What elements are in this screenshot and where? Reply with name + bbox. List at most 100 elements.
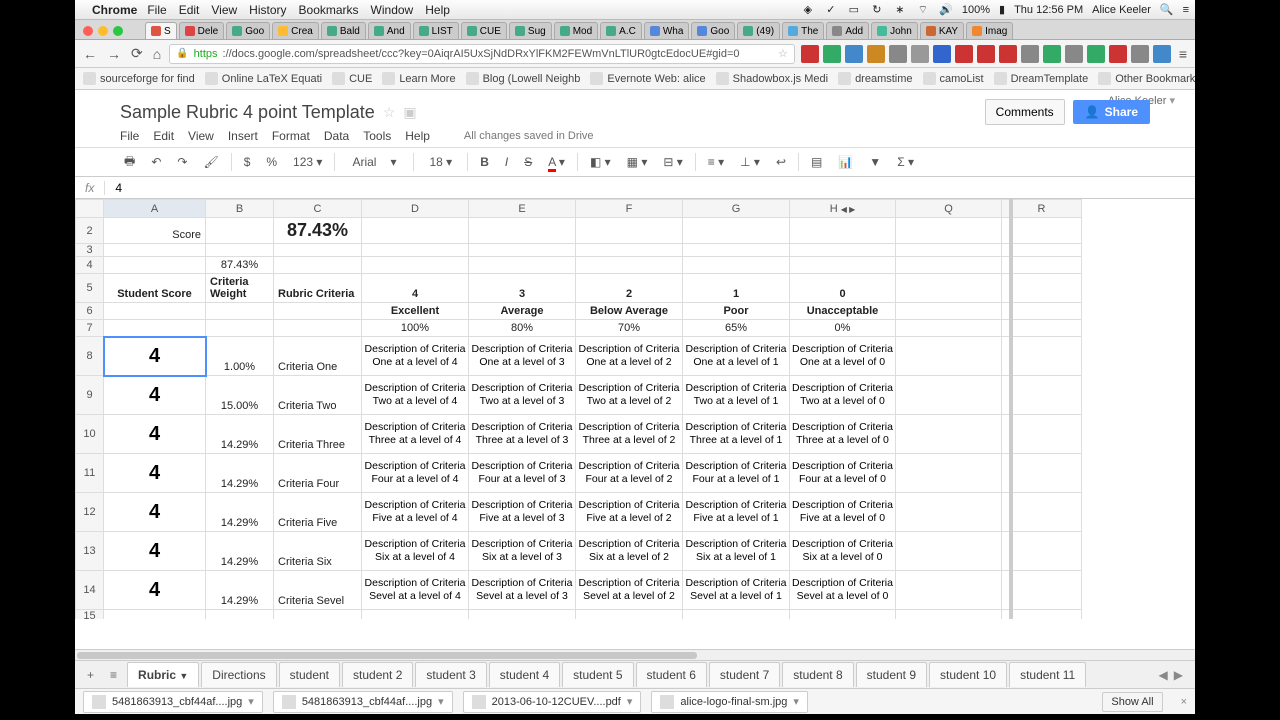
fill-color-button[interactable]: ◧ ▾ <box>586 153 615 171</box>
sheet-tab[interactable]: student 7 <box>709 662 780 687</box>
font-size-select[interactable]: 18 ▾ <box>422 152 459 172</box>
student-score-cell[interactable]: 4 <box>104 571 206 610</box>
extension-icon[interactable] <box>867 45 885 63</box>
menu-format[interactable]: Format <box>272 129 310 143</box>
col-header-F[interactable]: F <box>576 200 683 218</box>
timemachine-icon[interactable]: ↻ <box>870 3 884 16</box>
extension-icon[interactable] <box>1065 45 1083 63</box>
extension-icon[interactable] <box>845 45 863 63</box>
close-downloads-icon[interactable]: × <box>1181 696 1187 708</box>
extension-icon[interactable] <box>889 45 907 63</box>
menu-file[interactable]: File <box>120 129 139 143</box>
mac-menu-view[interactable]: View <box>211 3 237 17</box>
sync-icon[interactable]: ✓ <box>824 3 838 16</box>
bluetooth-icon[interactable]: ∗ <box>893 3 907 16</box>
bookmark-item[interactable]: Online LaTeX Equati <box>205 72 322 85</box>
paintformat-icon[interactable]: 🖌 <box>199 153 222 171</box>
extension-icon[interactable] <box>999 45 1017 63</box>
font-select[interactable]: Arial▾ <box>343 152 405 172</box>
bookmark-item[interactable]: Other Bookmarks <box>1098 72 1195 85</box>
mac-menu-bookmarks[interactable]: Bookmarks <box>299 3 359 17</box>
all-sheets-button[interactable]: ≡ <box>104 665 123 685</box>
browser-tab[interactable]: Crea <box>272 22 319 39</box>
filter-button[interactable]: ▼ <box>865 153 885 171</box>
comments-button[interactable]: Comments <box>985 99 1065 125</box>
extension-icon[interactable] <box>955 45 973 63</box>
student-score-cell[interactable]: 4 <box>104 376 206 415</box>
back-button[interactable]: ← <box>81 46 99 62</box>
mac-menu-edit[interactable]: Edit <box>179 3 200 17</box>
redo-icon[interactable]: ↷ <box>173 153 191 171</box>
menu-tools[interactable]: Tools <box>363 129 391 143</box>
percent-button[interactable]: % <box>262 153 281 171</box>
sheet-tab[interactable]: student <box>279 662 340 687</box>
sheet-tab[interactable]: student 6 <box>636 662 707 687</box>
bookmark-item[interactable]: Learn More <box>382 72 455 85</box>
extension-icon[interactable] <box>1021 45 1039 63</box>
fx-value[interactable]: 4 <box>105 181 132 195</box>
col-header-H[interactable]: H ◀ ▶ <box>790 200 896 218</box>
download-item[interactable]: 2013-06-10-12CUEV....pdf▾ <box>463 691 642 713</box>
valign-button[interactable]: ⊥ ▾ <box>736 153 764 171</box>
wifi-icon[interactable]: ⌔ <box>916 3 930 17</box>
bookmark-item[interactable]: Shadowbox.js Medi <box>716 72 828 85</box>
horizontal-scrollbar[interactable] <box>75 649 1195 660</box>
doc-title[interactable]: Sample Rubric 4 point Template <box>120 102 375 123</box>
doc-folder-icon[interactable]: ▣ <box>403 104 416 121</box>
extension-icon[interactable] <box>1109 45 1127 63</box>
clock[interactable]: Thu 12:56 PM <box>1014 4 1083 16</box>
print-icon[interactable]: 🖶 <box>120 150 139 175</box>
extension-icon[interactable] <box>1131 45 1149 63</box>
browser-tab[interactable]: Mod <box>554 22 598 39</box>
italic-button[interactable]: I <box>501 153 512 171</box>
bookmark-item[interactable]: camoList <box>923 72 984 85</box>
student-score-cell[interactable]: 4 <box>104 337 206 376</box>
browser-tab[interactable]: Bald <box>321 22 366 39</box>
home-button[interactable]: ⌂ <box>151 46 163 62</box>
sheet-tab[interactable]: student 5 <box>562 662 633 687</box>
link-button[interactable]: ▤ <box>807 153 826 171</box>
halign-button[interactable]: ≡ ▾ <box>704 153 728 171</box>
sheet-tab[interactable]: student 8 <box>782 662 853 687</box>
sheet-tab[interactable]: student 2 <box>342 662 413 687</box>
mac-menu-history[interactable]: History <box>249 3 286 17</box>
show-all-downloads[interactable]: Show All <box>1102 692 1162 712</box>
student-score-cell[interactable]: 4 <box>104 415 206 454</box>
doc-star-icon[interactable]: ☆ <box>383 104 396 121</box>
extension-icon[interactable] <box>977 45 995 63</box>
mac-menu-file[interactable]: File <box>147 3 166 17</box>
menu-edit[interactable]: Edit <box>153 129 174 143</box>
bookmark-item[interactable]: sourceforge for find <box>83 72 195 85</box>
menu-insert[interactable]: Insert <box>228 129 258 143</box>
borders-button[interactable]: ▦ ▾ <box>623 153 652 171</box>
currency-button[interactable]: $ <box>240 153 255 171</box>
browser-tab[interactable]: S <box>145 22 177 39</box>
extension-icon[interactable] <box>801 45 819 63</box>
col-header-Q[interactable]: Q <box>896 200 1002 218</box>
download-item[interactable]: 5481863913_cbf44af....jpg▾ <box>273 691 453 713</box>
col-header-C[interactable]: C <box>274 200 362 218</box>
browser-tab[interactable]: (49) <box>737 22 780 39</box>
browser-tab[interactable]: Imag <box>966 22 1013 39</box>
functions-button[interactable]: Σ ▾ <box>893 153 918 171</box>
number-format-button[interactable]: 123 ▾ <box>289 153 326 171</box>
col-header-G[interactable]: G <box>683 200 790 218</box>
sheet-tab[interactable]: student 9 <box>856 662 927 687</box>
star-icon[interactable]: ☆ <box>778 47 788 60</box>
bookmark-item[interactable]: DreamTemplate <box>994 72 1089 85</box>
bold-button[interactable]: B <box>476 153 493 171</box>
col-header-R[interactable]: R <box>1002 200 1082 218</box>
bookmark-item[interactable]: dreamstime <box>838 72 912 85</box>
battery-icon[interactable]: ▮ <box>999 3 1005 16</box>
add-sheet-button[interactable]: + <box>81 665 100 685</box>
sheet-tab[interactable]: student 3 <box>415 662 486 687</box>
undo-icon[interactable]: ↶ <box>147 153 165 171</box>
extension-icon[interactable] <box>1087 45 1105 63</box>
extension-icon[interactable] <box>1043 45 1061 63</box>
col-header-B[interactable]: B <box>206 200 274 218</box>
browser-tab[interactable]: John <box>871 22 918 39</box>
chart-button[interactable]: 📊 <box>834 153 857 171</box>
download-item[interactable]: 5481863913_cbf44af....jpg▾ <box>83 691 263 713</box>
sheet-tab[interactable]: student 10 <box>929 662 1007 687</box>
col-split-handle[interactable] <box>1009 199 1013 619</box>
